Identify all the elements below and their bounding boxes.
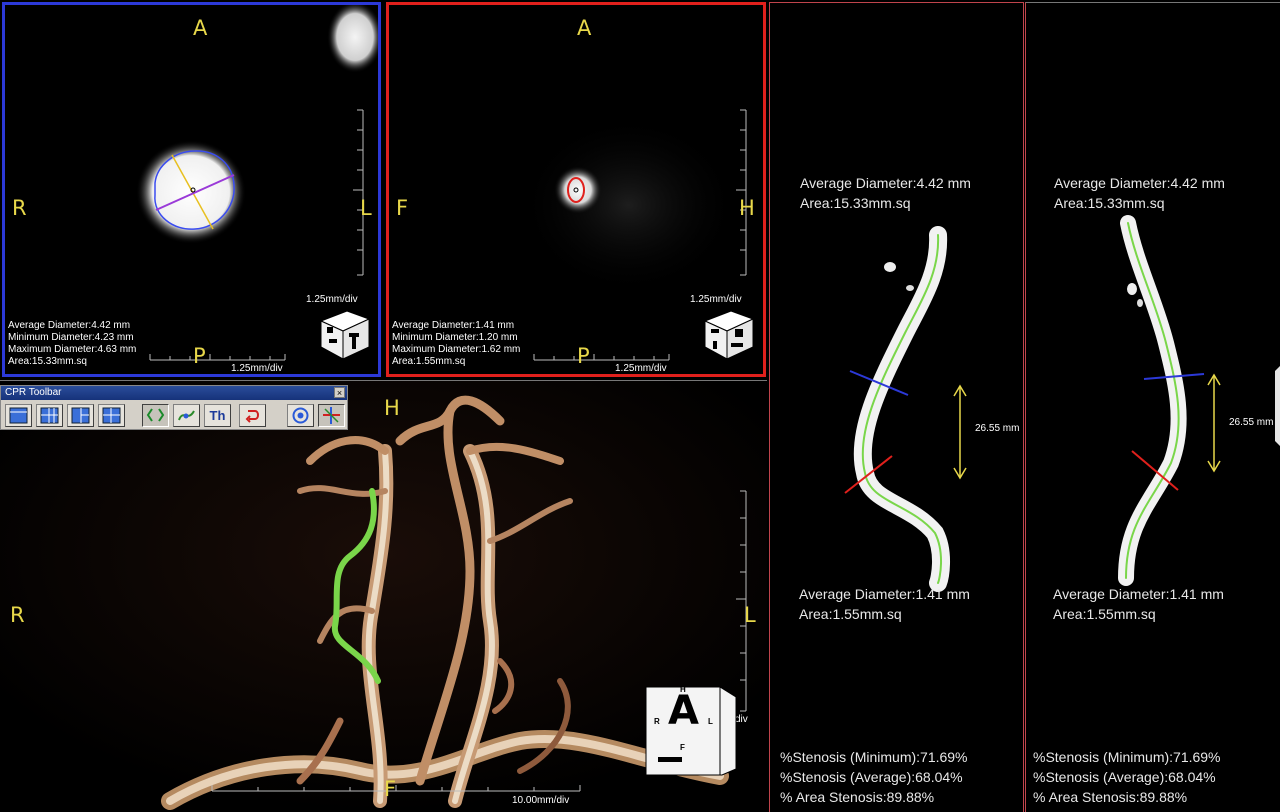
area: Area:1.55mm.sq: [392, 356, 466, 367]
orientation-label-left: F: [396, 196, 409, 220]
distal-avg-diameter: Average Diameter:1.41 mm: [1053, 586, 1224, 602]
length-measurement: [1207, 373, 1221, 473]
area-stenosis: % Area Stenosis:89.88%: [780, 789, 935, 805]
axial-viewport-proximal[interactable]: A R L P 1.25mm/div 1.25mm/div Average Di…: [2, 2, 381, 377]
stenosis-minimum: %Stenosis (Minimum):71.69%: [780, 749, 968, 765]
distal-measurements: Average Diameter:1.41 mm Area:1.55mm.sq: [799, 584, 970, 624]
cpr-viewport-1[interactable]: 26.55 mm Average Diameter:4.42 mm Area:1…: [769, 2, 1024, 812]
layout-grid-icon: [40, 407, 59, 424]
horizontal-scale: [533, 354, 670, 361]
vertical-scale-label: 1.25mm/div: [306, 294, 358, 305]
toolbar-close-button[interactable]: ×: [334, 387, 345, 398]
orientation-label-left: R: [12, 196, 27, 220]
cube-label-left: R: [654, 717, 660, 726]
min-diameter: Minimum Diameter:4.23 mm: [8, 332, 134, 343]
cube-label-right: L: [708, 717, 713, 726]
distal-measurements: Average Diameter:1.41 mm Area:1.55mm.sq: [1053, 584, 1224, 624]
max-diameter: Maximum Diameter:1.62 mm: [392, 344, 521, 355]
layout-2x2-button[interactable]: [36, 404, 63, 427]
min-diameter: Minimum Diameter:1.20 mm: [392, 332, 518, 343]
axial-viewport-stenosis[interactable]: A F H P 1.25mm/div 1.25mm/div Average Di…: [386, 2, 766, 377]
stenosis-minimum: %Stenosis (Minimum):71.69%: [1033, 749, 1221, 765]
stenosis-average: %Stenosis (Average):68.04%: [780, 769, 963, 785]
length-label: 26.55 mm: [1229, 417, 1274, 428]
stenosis-stats: %Stenosis (Minimum):71.69% %Stenosis (Av…: [1033, 747, 1221, 807]
crosshair-button[interactable]: [318, 404, 345, 427]
undo-button[interactable]: [239, 404, 266, 427]
orientation-label-bottom: F: [384, 777, 397, 801]
avg-diameter: Average Diameter:1.41 mm: [392, 320, 515, 331]
toolbar-title: CPR Toolbar: [5, 387, 62, 398]
target-icon: [292, 407, 309, 424]
side-panel-handle[interactable]: [1275, 365, 1280, 447]
cpr-toolbar[interactable]: CPR Toolbar × Th: [0, 385, 348, 430]
orientation-label-bottom: P: [193, 344, 206, 368]
centerline-edit-button[interactable]: [173, 404, 200, 427]
layout-single-icon: [9, 407, 28, 424]
horizontal-scale-label: 1.25mm/div: [615, 363, 667, 374]
measurement-block: Average Diameter:1.41 mm Minimum Diamete…: [392, 320, 520, 368]
layout-1x1-button[interactable]: [5, 404, 32, 427]
distal-area: Area:1.55mm.sq: [1053, 606, 1156, 622]
proximal-avg-diameter: Average Diameter:4.42 mm: [800, 175, 971, 191]
stenosis-stats: %Stenosis (Minimum):71.69% %Stenosis (Av…: [780, 747, 968, 807]
toolbar-titlebar[interactable]: CPR Toolbar ×: [1, 386, 347, 400]
proximal-area: Area:15.33mm.sq: [1054, 195, 1165, 211]
cpr-viewport-2[interactable]: 26.55 mm Average Diameter:4.42 mm Area:1…: [1025, 2, 1280, 812]
orientation-cube-icon[interactable]: [317, 307, 373, 361]
thickness-button[interactable]: Th: [204, 404, 231, 427]
orientation-label-left: R: [10, 603, 25, 627]
proximal-area: Area:15.33mm.sq: [800, 195, 911, 211]
layout-quad-icon: [102, 407, 121, 424]
target-button[interactable]: [287, 404, 314, 427]
orientation-cube-3d-icon[interactable]: A H R L F: [644, 683, 740, 777]
cpr-mode-button[interactable]: [142, 404, 169, 427]
orientation-label-right: L: [360, 196, 372, 220]
cube-face-label: A: [668, 688, 699, 734]
centerline-icon: [178, 410, 195, 421]
proximal-measurements: Average Diameter:4.42 mm Area:15.33mm.sq: [800, 173, 971, 213]
length-label: 26.55 mm: [975, 423, 1020, 434]
measurement-block: Average Diameter:4.42 mm Minimum Diamete…: [8, 320, 136, 368]
volume-render-viewport[interactable]: H R L F 10.00mm/div div A H R L F: [0, 380, 767, 812]
distal-avg-diameter: Average Diameter:1.41 mm: [799, 586, 970, 602]
orientation-label-right: L: [744, 603, 756, 627]
avg-diameter: Average Diameter:4.42 mm: [8, 320, 131, 331]
proximal-avg-diameter: Average Diameter:4.42 mm: [1054, 175, 1225, 191]
crosshair-icon: [323, 407, 340, 424]
vessel-cross-section: [136, 140, 246, 244]
bracket-arrows-icon: [146, 408, 165, 422]
horizontal-scale-label: 1.25mm/div: [231, 363, 283, 374]
thickness-label: Th: [209, 408, 226, 423]
layout-split-icon: [71, 407, 90, 424]
undo-icon: [245, 410, 259, 423]
orientation-label-top: H: [384, 396, 400, 420]
layout-split-button[interactable]: [67, 404, 94, 427]
horizontal-scale: [149, 354, 286, 361]
cube-label-bottom: F: [680, 743, 685, 752]
adjacent-structure: [327, 5, 378, 73]
orientation-label-bottom: P: [577, 344, 590, 368]
proximal-measurements: Average Diameter:4.42 mm Area:15.33mm.sq: [1054, 173, 1225, 213]
distal-area: Area:1.55mm.sq: [799, 606, 902, 622]
vertical-scale-label: 1.25mm/div: [690, 294, 742, 305]
cpr-straightened-vessel-1: [844, 226, 967, 592]
area-stenosis: % Area Stenosis:89.88%: [1033, 789, 1188, 805]
vertical-scale: [353, 109, 364, 276]
orientation-label-top: A: [577, 16, 592, 40]
orientation-label-top: A: [193, 16, 208, 40]
cube-label-top: H: [680, 685, 686, 694]
orientation-label-right: H: [739, 196, 755, 220]
stenosis-average: %Stenosis (Average):68.04%: [1033, 769, 1216, 785]
max-diameter: Maximum Diameter:4.63 mm: [8, 344, 137, 355]
horizontal-scale-label: 10.00mm/div: [512, 795, 570, 806]
orientation-cube-icon[interactable]: [701, 307, 757, 361]
cpr-straightened-vessel-2: [1118, 215, 1280, 586]
length-measurement: [953, 384, 967, 480]
area: Area:15.33mm.sq: [8, 356, 87, 367]
layout-quad-button[interactable]: [98, 404, 125, 427]
